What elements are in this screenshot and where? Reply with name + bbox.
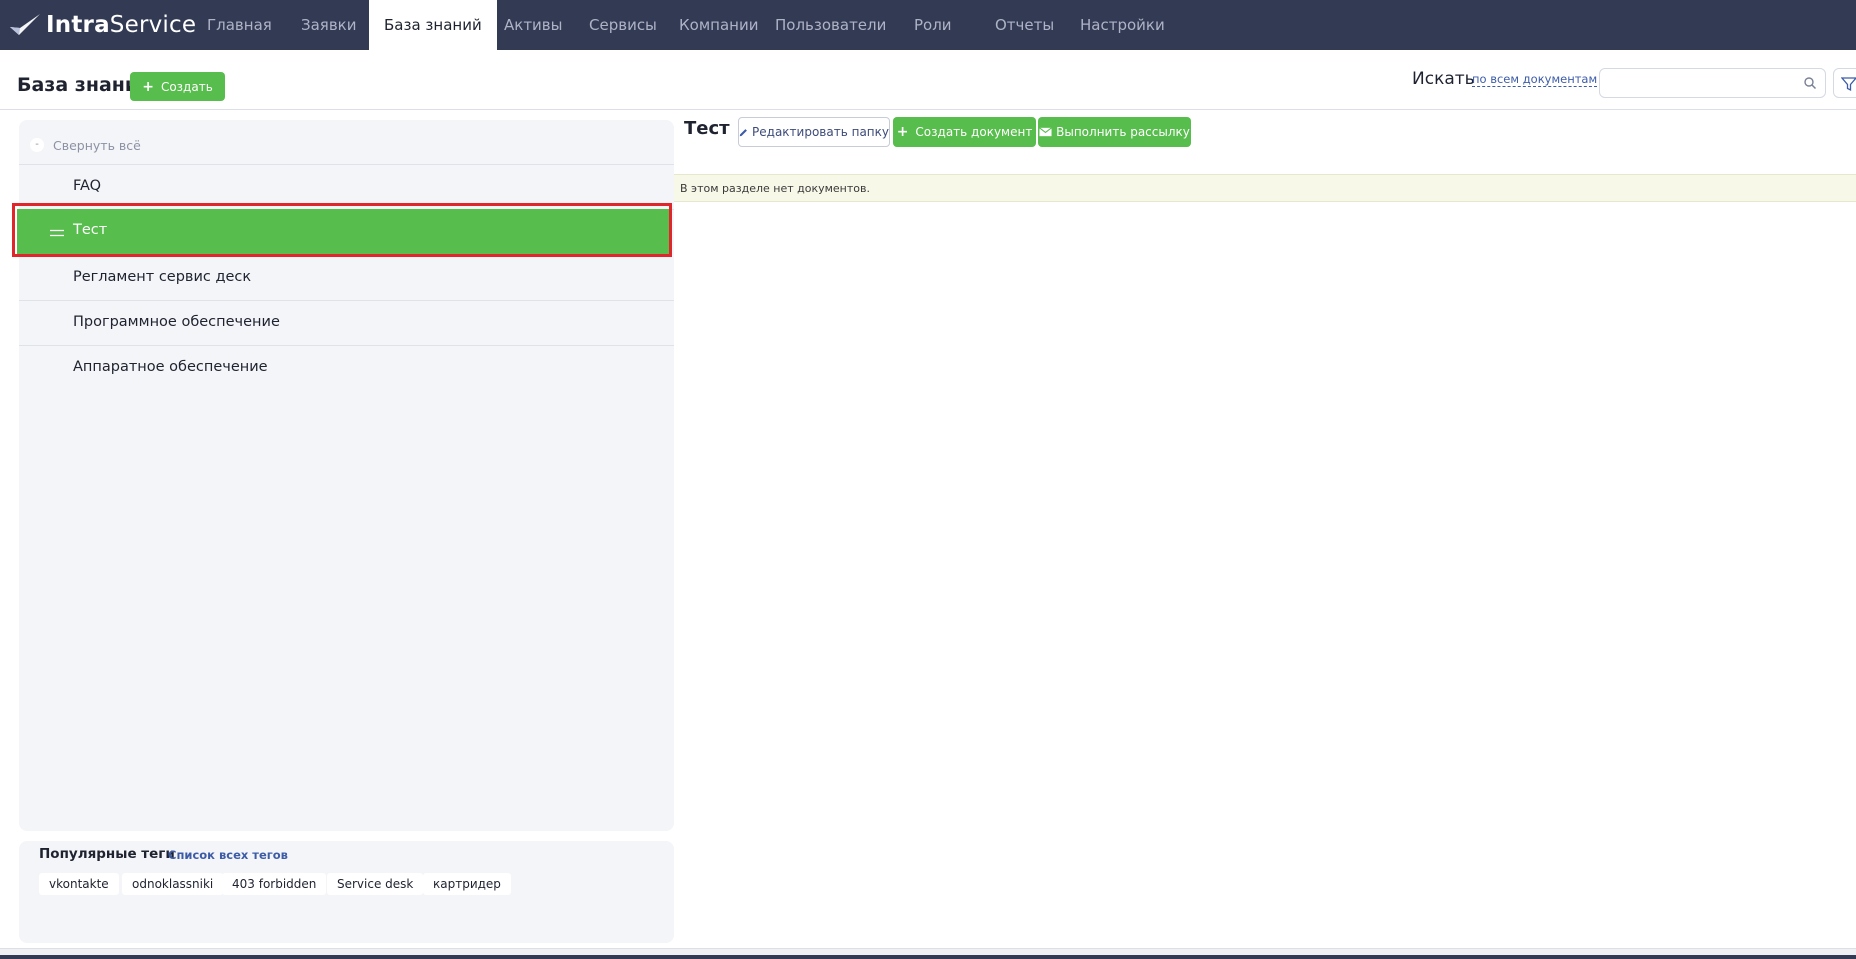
pencil-icon (739, 128, 747, 136)
footer-strip (0, 955, 1856, 959)
empty-folder-notice: В этом разделе нет документов. (674, 174, 1856, 202)
tree-item-regulations[interactable]: Регламент сервис деск (19, 256, 674, 301)
folder-title: Тест (684, 118, 730, 139)
top-navbar: IntraService Главная Заявки База знаний … (0, 0, 1856, 50)
folder-tree-panel: - Свернуть всё FAQ Тест Регламент сервис… (17, 120, 674, 831)
plus-icon: + (142, 78, 154, 95)
collapse-icon: - (30, 138, 44, 152)
popular-tags-panel: Популярные теги Список всех тегов vkonta… (19, 841, 674, 943)
create-button[interactable]: + Создать (130, 72, 225, 101)
collapse-all-label: Свернуть всё (53, 138, 141, 153)
drag-handle-icon[interactable] (50, 229, 64, 237)
create-button-label: Создать (160, 79, 213, 94)
filter-button[interactable] (1833, 68, 1856, 98)
create-document-button[interactable]: + Создать документ (893, 117, 1036, 147)
search-scope-link[interactable]: по всем документам (1472, 73, 1598, 87)
search-icon[interactable] (1803, 76, 1817, 90)
tag-chip[interactable]: 403 forbidden (222, 873, 327, 895)
tag-chip[interactable]: Service desk (327, 873, 424, 895)
create-document-label: Создать документ (915, 125, 1033, 139)
nav-item-companies[interactable]: Компании (679, 0, 758, 50)
tree-item-label: FAQ (73, 178, 102, 194)
nav-item-tickets[interactable]: Заявки (301, 0, 356, 50)
filter-icon (1841, 77, 1856, 92)
envelope-icon (1039, 127, 1052, 137)
collapse-all-row[interactable]: - Свернуть всё (19, 120, 674, 165)
tag-chip[interactable]: vkontakte (39, 873, 119, 895)
send-mailing-label: Выполнить рассылку (1056, 125, 1190, 139)
nav-item-roles[interactable]: Роли (914, 0, 952, 50)
send-mailing-button[interactable]: Выполнить рассылку (1038, 117, 1191, 147)
tree-item-label: Программное обеспечение (73, 314, 280, 330)
popular-tags-title: Популярные теги (39, 846, 175, 862)
tree-item-label: Регламент сервис деск (73, 269, 252, 285)
nav-item-settings[interactable]: Настройки (1080, 0, 1165, 50)
edit-folder-label: Редактировать папку (752, 125, 889, 139)
tag-chip[interactable]: картридер (423, 873, 511, 895)
logo-text: IntraService (46, 12, 197, 38)
tree-item-label: Аппаратное обеспечение (73, 359, 268, 375)
all-tags-link[interactable]: Список всех тегов (168, 848, 288, 862)
tree-item-software[interactable]: Программное обеспечение (19, 301, 674, 346)
header-divider (0, 109, 1856, 110)
tree-item-test[interactable]: Тест (17, 209, 670, 256)
edit-folder-button[interactable]: Редактировать папку (738, 117, 890, 147)
tree-item-label: Тест (73, 222, 108, 238)
nav-item-services[interactable]: Сервисы (589, 0, 657, 50)
checkmark-logo-icon (10, 14, 40, 35)
tree-item-hardware[interactable]: Аппаратное обеспечение (19, 346, 674, 391)
empty-folder-message: В этом разделе нет документов. (680, 182, 870, 195)
nav-item-users[interactable]: Пользователи (775, 0, 886, 50)
nav-item-knowledge-base[interactable]: База знаний (369, 0, 497, 50)
tree-item-faq[interactable]: FAQ (19, 165, 674, 210)
nav-item-assets[interactable]: Активы (504, 0, 563, 50)
nav-item-home[interactable]: Главная (207, 0, 272, 50)
nav-item-reports[interactable]: Отчеты (995, 0, 1054, 50)
tag-chip[interactable]: odnoklassniki (122, 873, 224, 895)
logo[interactable]: IntraService (8, 7, 196, 43)
plus-icon: + (896, 124, 909, 140)
search-input[interactable] (1599, 68, 1826, 98)
search-label: Искать (1412, 69, 1475, 89)
